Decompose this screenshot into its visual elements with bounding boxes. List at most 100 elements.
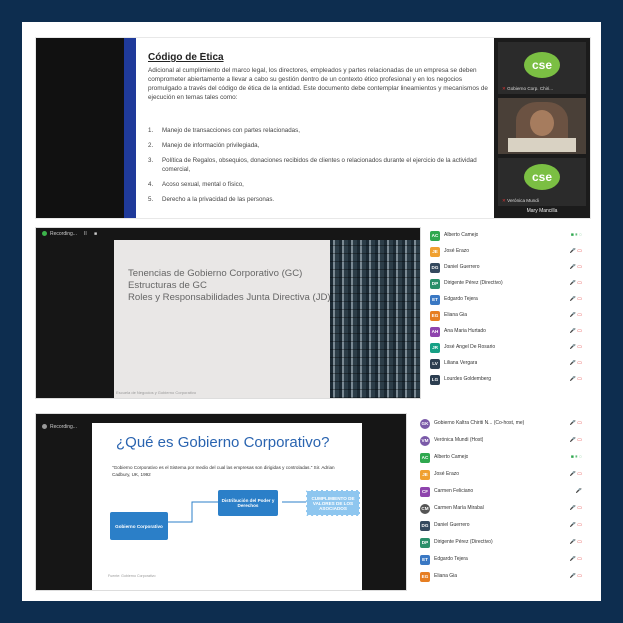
stop-button[interactable]: ■ <box>94 231 97 237</box>
participant-row[interactable]: EG Eliana Gia 🎤 ▭ <box>414 569 590 585</box>
avatar: LV <box>430 359 440 369</box>
participant-row[interactable]: CM Carmen María Mirabal 🎤 ▭ <box>414 501 590 517</box>
mic-off-icon: 🎤 ▭ <box>569 264 582 270</box>
slide-title: Tenencias de Gobierno Corporativo (GC) E… <box>128 268 331 303</box>
list-item: 2. Manejo de información privilegiada, <box>148 142 260 149</box>
cse-logo-icon: cse <box>524 164 560 190</box>
avatar: EG <box>430 311 440 321</box>
video-sidebar[interactable]: cse ✕ Gobierno Corp. Chiri... cse ✕ Veró… <box>494 38 590 218</box>
status-icons: ■ ⏸ ◌ <box>570 454 582 460</box>
speaker-name: Mary Mancilla <box>526 208 558 214</box>
avatar: DP <box>420 538 430 548</box>
participant-row[interactable]: EG Eliana Gia 🎤 ▭ <box>424 308 590 324</box>
participant-row[interactable]: AC Alberto Camejo ■ ⏸ ◌ <box>414 450 590 466</box>
participant-row[interactable]: VM Verónica Mundi (Host) 🎤 ▭ <box>414 433 590 449</box>
avatar: AC <box>430 231 440 241</box>
mic-off-icon: 🎤 ▭ <box>569 360 582 366</box>
participants-panel: GK Gobierno Kaltra Chiriti N... (Co-host,… <box>414 414 590 590</box>
avatar: AH <box>430 327 440 337</box>
diagram-box-power: Distribución del Poder y Derechos <box>218 490 278 516</box>
mic-off-icon: 🎤 <box>575 488 582 494</box>
slide-paragraph: Adicional al cumplimiento del marco lega… <box>148 67 488 101</box>
mic-off-icon: 🎤 ▭ <box>569 344 582 350</box>
mic-off-icon: 🎤 ▭ <box>569 420 582 426</box>
mic-off-icon: 🎤 ▭ <box>569 505 582 511</box>
avatar: CF <box>420 487 430 497</box>
avatar: JE <box>430 247 440 257</box>
participant-row[interactable]: ET Edgardo Tejera 🎤 ▭ <box>424 292 590 308</box>
participants-panel: AC Alberto Camejo ■ ⏸ ◌ JE José Erazo 🎤 ▭ DG… <box>424 228 590 398</box>
mic-off-icon: 🎤 ▭ <box>569 296 582 302</box>
slide-area <box>114 240 330 398</box>
mic-off-icon: 🎤 ▭ <box>569 376 582 382</box>
mic-off-icon: 🎤 ▭ <box>569 437 582 443</box>
collage-frame: Código de Ética Adicional al cumplimient… <box>22 22 601 601</box>
avatar: JR <box>430 343 440 353</box>
diagram-box-governance: Gobierno Corporativo <box>110 512 168 540</box>
slide-blue-bar <box>124 38 136 218</box>
slide-footer: Escuela de Negocios y Gobierno Corporati… <box>116 390 197 395</box>
avatar: EG <box>420 572 430 582</box>
list-item: 5. Derecho a la privacidad de las persona… <box>148 196 275 203</box>
participant-row[interactable]: LG Lourdes Goldemberg 🎤 ▭ <box>424 372 590 388</box>
mic-off-icon: 🎤 ▭ <box>569 522 582 528</box>
participant-row[interactable]: AH Ana Maria Hurtado 🎤 ▭ <box>424 324 590 340</box>
avatar: AC <box>420 453 430 463</box>
participant-row[interactable]: DG Daniel Guerrero 🎤 ▭ <box>414 518 590 534</box>
avatar: GK <box>420 419 430 429</box>
recording-label: Recording... <box>50 231 77 237</box>
black-margin <box>36 228 114 398</box>
recording-dot-icon <box>42 424 47 429</box>
slide-list: 1. Manejo de transacciones con partes rel… <box>148 126 488 210</box>
status-icons: ■ ⏸ ◌ <box>570 232 582 238</box>
participant-row[interactable]: DG Daniel Guerrero 🎤 ▭ <box>424 260 590 276</box>
slide-footer: Fuente: Gobierno Corporativo <box>108 574 156 578</box>
screenshot-governance-slide: Recording... II ■ Tenencias de Gobierno … <box>36 228 420 398</box>
avatar: DG <box>420 521 430 531</box>
building-image <box>330 240 420 398</box>
recording-dot-icon <box>42 231 47 236</box>
participant-row[interactable]: JE José Erazo 🎤 ▭ <box>414 467 590 483</box>
black-margin <box>362 414 406 590</box>
avatar: CM <box>420 504 430 514</box>
recording-label: Recording... <box>50 424 77 430</box>
participant-row[interactable]: JR José Ángel De Rosario 🎤 ▭ <box>424 340 590 356</box>
screenshot-code-of-ethics: Código de Ética Adicional al cumplimient… <box>36 38 590 218</box>
avatar: LG <box>430 375 440 385</box>
avatar: ET <box>420 555 430 565</box>
slide-left-bar <box>36 38 124 218</box>
black-margin <box>36 414 92 590</box>
avatar: ET <box>430 295 440 305</box>
avatar: DP <box>430 279 440 289</box>
participant-name: Gobierno Corp. Chiri... <box>507 86 554 91</box>
participant-row[interactable]: DP Dirigente Pérez (Directivo) 🎤 ▭ <box>414 535 590 551</box>
diagram-box-values: CUMPLIMIENTO DE VALORES DE LOS ASOCIADOS <box>306 490 360 516</box>
avatar: VM <box>420 436 430 446</box>
mic-off-icon: 🎤 ▭ <box>569 471 582 477</box>
mic-off-icon: 🎤 ▭ <box>569 312 582 318</box>
participant-row[interactable]: GK Gobierno Kaltra Chiriti N... (Co-host,… <box>414 416 590 432</box>
cse-logo-icon: cse <box>524 52 560 78</box>
pause-button[interactable]: II <box>84 231 87 237</box>
mic-off-icon: 🎤 ▭ <box>569 248 582 254</box>
list-item: 4. Acoso sexual, mental o físico, <box>148 181 244 188</box>
mic-off-icon: 🎤 ▭ <box>569 328 582 334</box>
participant-row[interactable]: CF Carmen Feliciano 🎤 <box>414 484 590 500</box>
participant-row[interactable]: JE José Erazo 🎤 ▭ <box>424 244 590 260</box>
mic-off-icon: 🎤 ▭ <box>569 556 582 562</box>
screenshot-corporate-governance: Recording... ¿Qué es Gobierno Corporativ… <box>36 414 406 590</box>
slide-heading: Código de Ética <box>148 52 224 63</box>
video-tile[interactable]: cse ✕ Verónica Mundi <box>498 158 586 206</box>
video-tile-speaker[interactable] <box>498 98 586 154</box>
mic-off-icon: 🎤 ▭ <box>569 573 582 579</box>
participant-row[interactable]: AC Alberto Camejo ■ ⏸ ◌ <box>424 228 590 244</box>
participant-row[interactable]: LV Liliana Vergara 🎤 ▭ <box>424 356 590 372</box>
avatar: JE <box>420 470 430 480</box>
mic-off-icon: 🎤 ▭ <box>569 280 582 286</box>
video-tile[interactable]: cse ✕ Gobierno Corp. Chiri... <box>498 42 586 94</box>
participant-row[interactable]: ET Edgardo Tejera 🎤 ▭ <box>414 552 590 568</box>
participant-row[interactable]: DP Dirigente Pérez (Directivo) 🎤 ▭ <box>424 276 590 292</box>
list-item: 1. Manejo de transacciones con partes rel… <box>148 127 300 134</box>
avatar: DG <box>430 263 440 273</box>
list-item: 3. Política de Regalos, obsequios, donaci… <box>148 157 477 173</box>
